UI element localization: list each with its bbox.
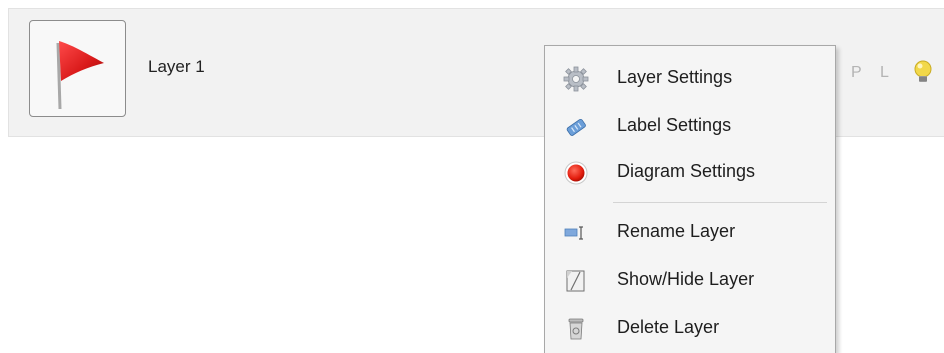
menu-item-label-settings[interactable]: Label Settings [545, 104, 835, 148]
menu-item-label: Delete Layer [617, 317, 720, 337]
layer-context-menu: Layer Settings Label Settings Diagram Se… [544, 45, 836, 353]
lightbulb-icon[interactable] [912, 59, 934, 87]
menu-item-label: Show/Hide Layer [617, 269, 755, 289]
menu-separator [613, 202, 827, 203]
status-l-indicator[interactable]: L [880, 64, 889, 82]
menu-item-label: Label Settings [617, 115, 732, 135]
rename-icon [564, 226, 583, 240]
label-tag-icon [566, 118, 586, 136]
status-p-indicator[interactable]: P [851, 64, 862, 82]
layer-name: Layer 1 [148, 57, 205, 76]
trash-icon [568, 318, 584, 340]
menu-item-label: Layer Settings [617, 67, 733, 87]
menu-item-rename-layer[interactable]: Rename Layer [545, 210, 835, 254]
menu-item-diagram-settings[interactable]: Diagram Settings [545, 150, 835, 194]
menu-item-layer-settings[interactable]: Layer Settings [545, 56, 835, 100]
menu-item-show-hide-layer[interactable]: Show/Hide Layer [545, 258, 835, 302]
red-flag-icon [56, 41, 104, 110]
visibility-toggle-icon [566, 270, 585, 292]
gear-icon [563, 66, 589, 92]
menu-item-label: Diagram Settings [617, 161, 756, 181]
red-circle-icon [564, 161, 588, 185]
menu-item-delete-layer[interactable]: Delete Layer [545, 306, 835, 350]
menu-item-label: Rename Layer [617, 221, 736, 241]
layer-symbol-box[interactable] [29, 20, 126, 117]
